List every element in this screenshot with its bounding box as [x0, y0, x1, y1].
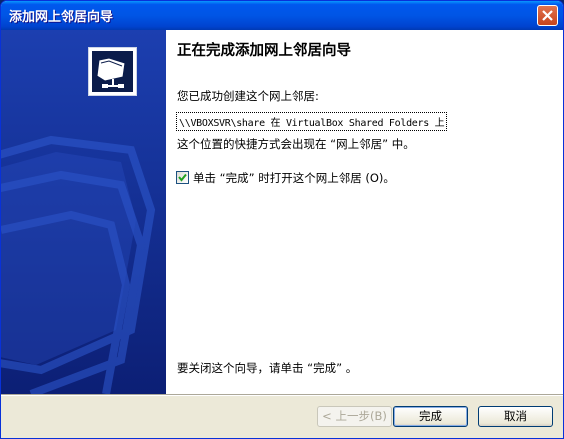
- folder-watermark-graphic: [1, 30, 166, 394]
- checkmark-icon: [178, 173, 187, 182]
- open-place-checkbox-label[interactable]: 单击 “完成” 时打开这个网上邻居 (O)。: [193, 170, 395, 186]
- created-label: 您已成功创建这个网上邻居:: [177, 89, 319, 103]
- wizard-window: 添加网上邻居向导 正在完成添加网上邻居向导 您已成功创建这个网上邻居: \\VB…: [0, 0, 564, 439]
- page-title: 正在完成添加网上邻居向导: [177, 43, 351, 59]
- close-button[interactable]: [537, 5, 558, 26]
- window-title: 添加网上邻居向导: [9, 10, 114, 25]
- close-hint: 要关闭这个向导，请单击 “完成” 。: [177, 361, 358, 375]
- title-bar[interactable]: 添加网上邻居向导: [1, 1, 563, 30]
- back-button[interactable]: < 上一步(B): [317, 406, 392, 427]
- button-separator: [1, 394, 563, 396]
- wizard-content: 正在完成添加网上邻居向导 您已成功创建这个网上邻居: \\VBOXSVR\sha…: [166, 30, 563, 394]
- network-folder-icon: [88, 47, 137, 96]
- open-place-checkbox[interactable]: [176, 171, 189, 184]
- close-icon: [542, 10, 553, 21]
- network-place-path: \\VBOXSVR\share 在 VirtualBox Shared Fold…: [176, 112, 448, 131]
- shortcut-note: 这个位置的快捷方式会出现在 “网上邻居” 中。: [177, 137, 415, 151]
- wizard-side-panel: [1, 30, 166, 394]
- finish-button[interactable]: 完成: [393, 406, 468, 427]
- cancel-button[interactable]: 取消: [478, 406, 553, 427]
